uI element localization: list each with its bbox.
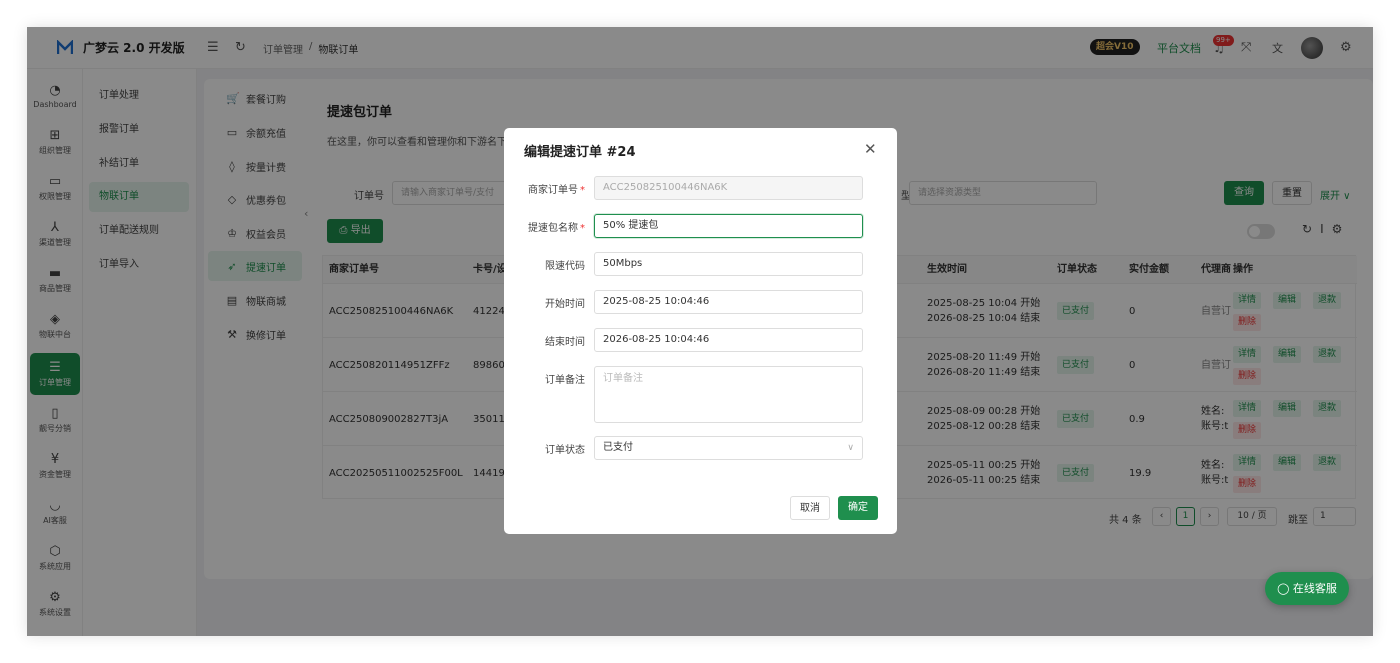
chat-label: 在线客服 — [1292, 582, 1337, 595]
speed-code-input[interactable]: 50Mbps — [594, 252, 863, 276]
field-label: 商家订单号 * — [528, 181, 585, 196]
status-value: 已支付 — [603, 442, 633, 453]
confirm-button[interactable]: 确定 — [838, 496, 878, 520]
remark-textarea[interactable]: 订单备注 — [594, 366, 863, 423]
label-text: 商家订单号 — [528, 185, 578, 196]
package-name-input[interactable]: 50% 提速包 — [594, 214, 863, 238]
chevron-down-icon: ∨ — [847, 443, 854, 453]
merchant-order-input[interactable]: ACC250825100446NA6K — [594, 176, 863, 200]
cancel-button[interactable]: 取消 — [790, 496, 830, 520]
dialog-title: 编辑提速订单 #24 — [524, 145, 636, 160]
field-label: 开始时间 — [545, 299, 585, 310]
close-icon[interactable]: ✕ — [864, 140, 877, 158]
field-label: 结束时间 — [545, 337, 585, 348]
chat-icon: ◯ — [1277, 582, 1290, 595]
field-label: 提速包名称 * — [528, 219, 585, 234]
start-time-input[interactable]: 2025-08-25 10:04:46 — [594, 290, 863, 314]
required-mark: * — [580, 223, 585, 234]
field-label: 订单状态 — [545, 445, 585, 456]
online-support-button[interactable]: ◯ 在线客服 — [1265, 572, 1349, 605]
required-mark: * — [580, 185, 585, 196]
end-time-input[interactable]: 2026-08-25 10:04:46 — [594, 328, 863, 352]
edit-order-dialog: 编辑提速订单 #24 ✕ 商家订单号 * ACC250825100446NA6K … — [504, 128, 897, 534]
field-label: 订单备注 — [545, 375, 585, 386]
app-window: 广梦云 2.0 开发版 ☰ ↻ 订单管理 / 物联订单 超会V10 平台文档 ♫… — [27, 27, 1373, 636]
label-text: 提速包名称 — [528, 223, 578, 234]
field-label: 限速代码 — [545, 261, 585, 272]
status-select[interactable]: 已支付 ∨ — [594, 436, 863, 460]
